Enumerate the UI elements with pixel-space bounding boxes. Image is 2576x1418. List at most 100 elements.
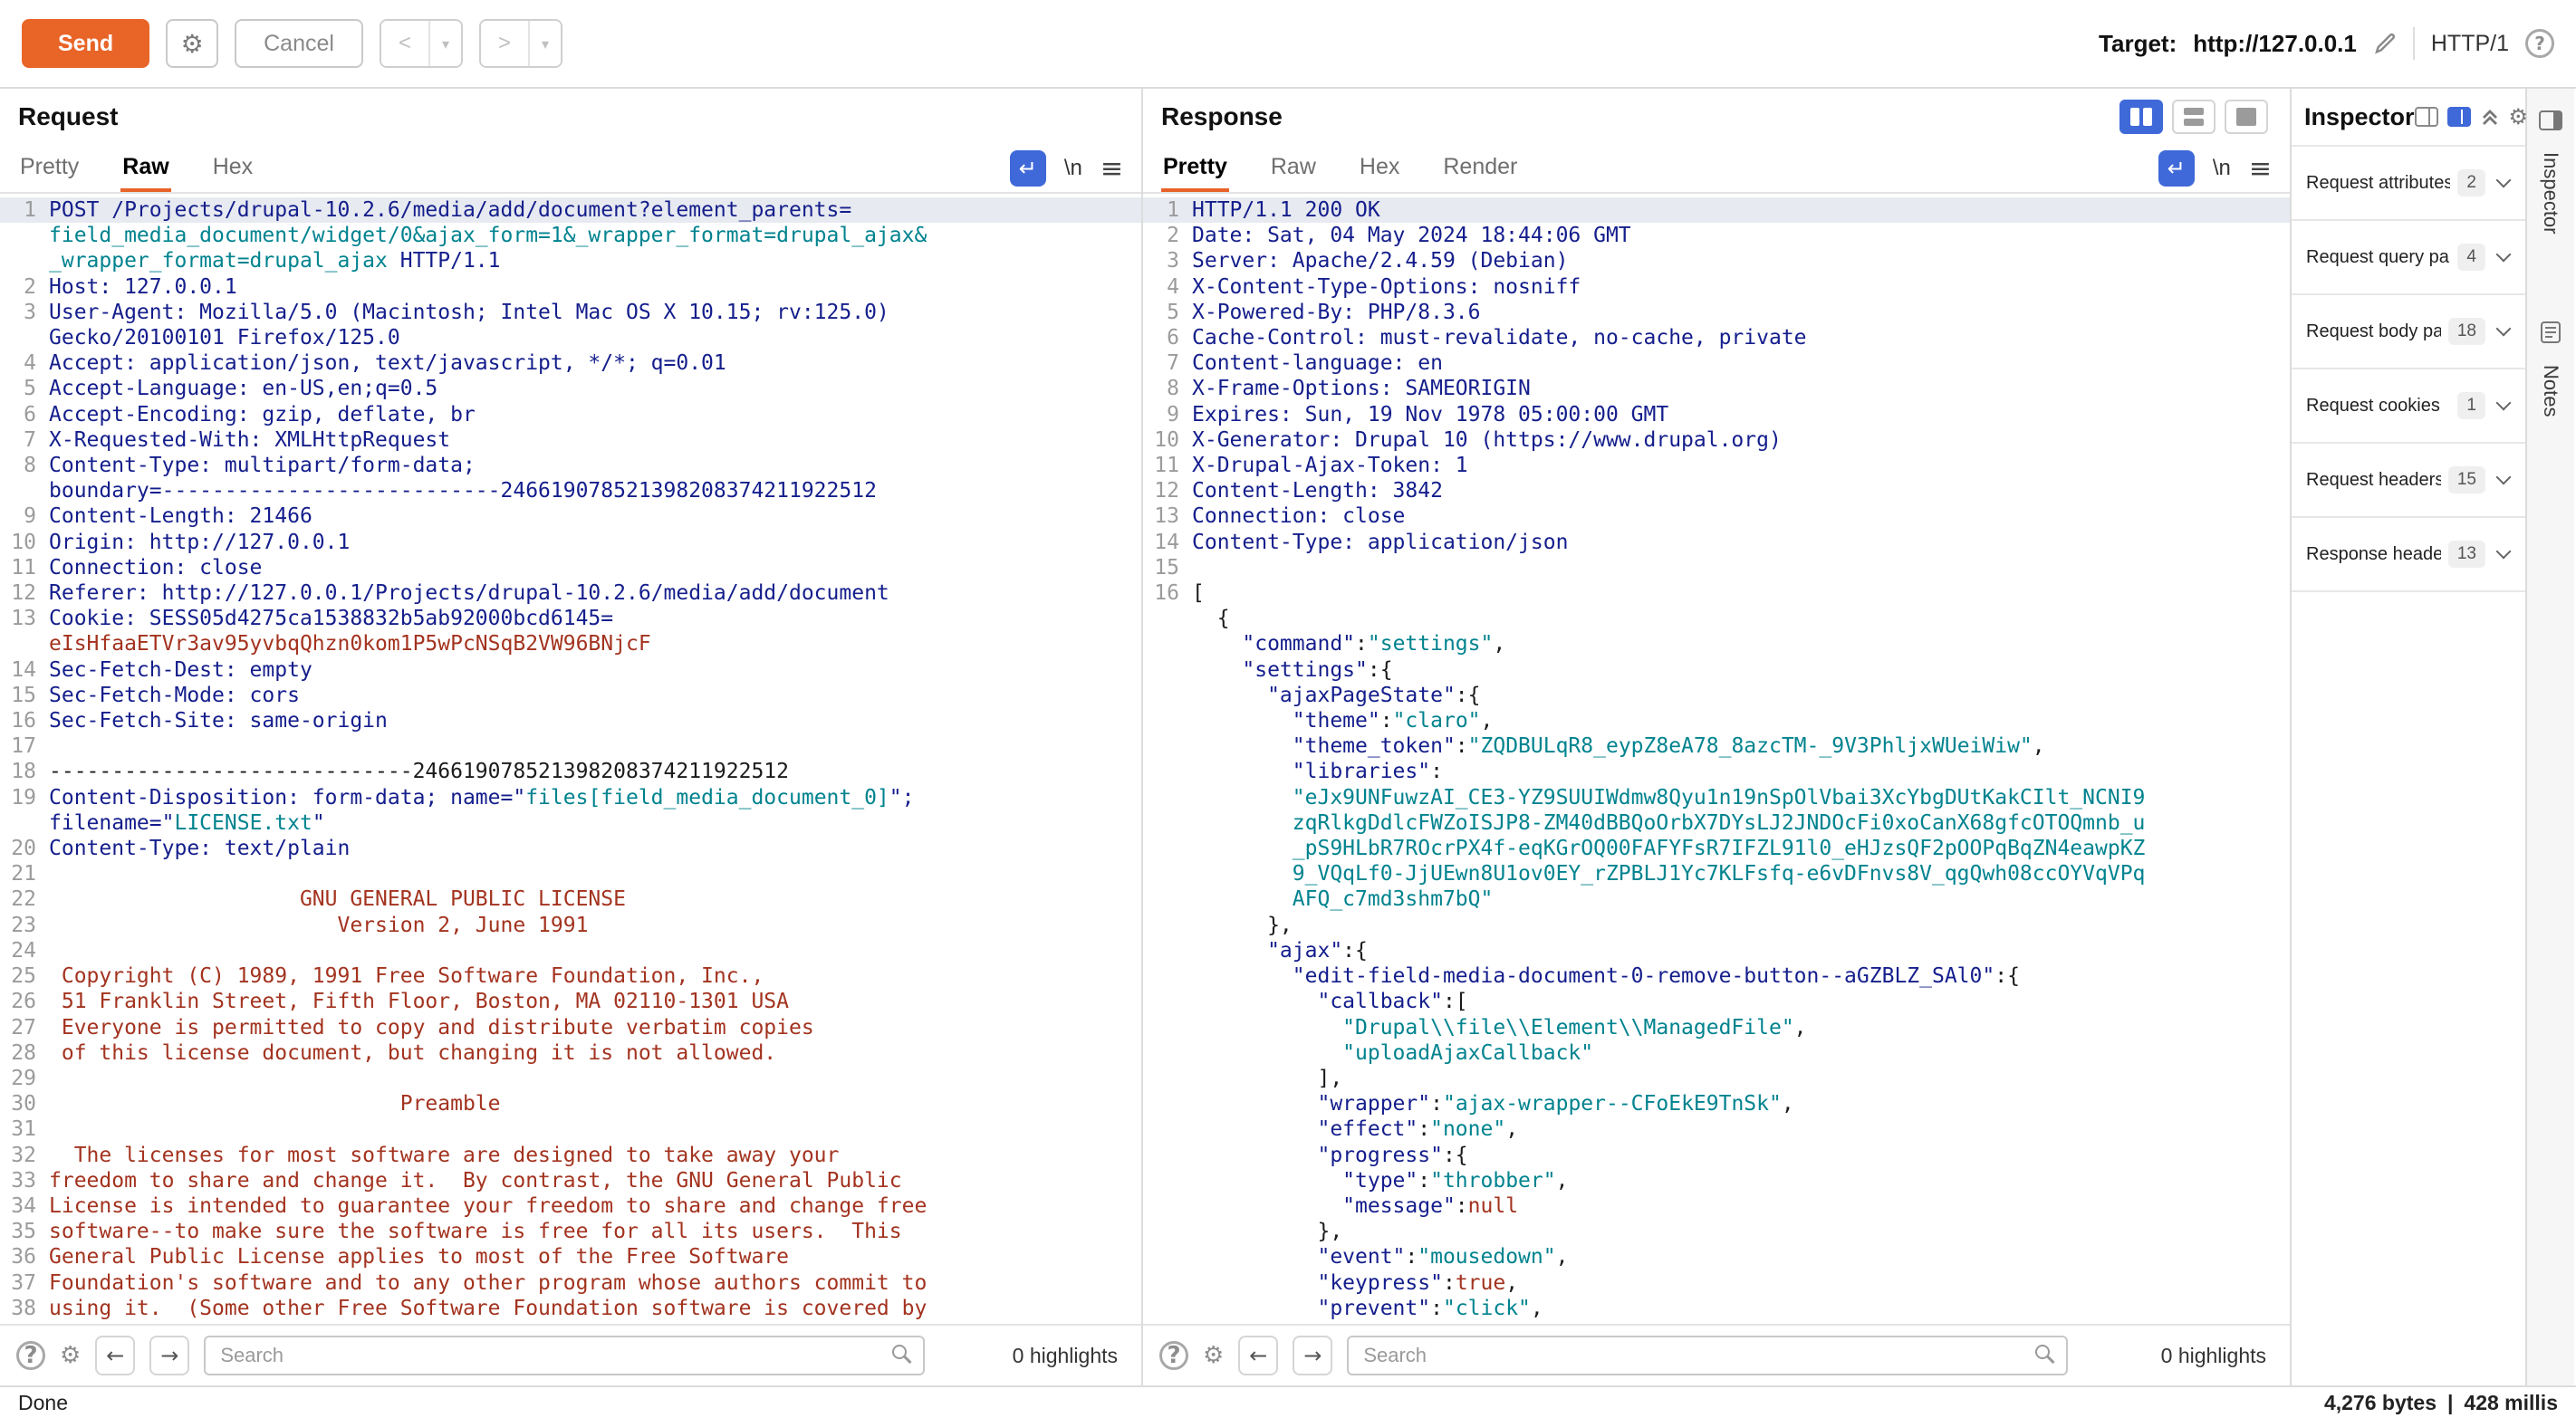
newline-toggle-button[interactable]: \n xyxy=(2213,156,2231,181)
line-number: 13 xyxy=(0,606,49,631)
search-input[interactable] xyxy=(1347,1336,2068,1375)
notes-button[interactable] xyxy=(2541,321,2561,343)
line-number xyxy=(1143,963,1192,989)
edit-target-button[interactable] xyxy=(2373,32,2397,55)
tab-hex[interactable]: Hex xyxy=(1358,145,1401,192)
inspector-dock-button[interactable] xyxy=(2415,107,2438,127)
line-number: 26 xyxy=(0,989,49,1014)
code-line: field_media_document/widget/0&ajax_form=… xyxy=(0,223,1141,248)
editor-menu-button[interactable]: ≡ xyxy=(1101,153,1123,185)
code-line: 10Origin: http://127.0.0.1 xyxy=(0,530,1141,555)
tab-raw[interactable]: Raw xyxy=(1269,145,1318,192)
help-icon[interactable]: ? xyxy=(2525,29,2554,58)
search-settings-gear-icon[interactable]: ⚙ xyxy=(60,1342,81,1369)
wrap-toggle-button[interactable]: ↵ xyxy=(2158,150,2195,187)
line-number xyxy=(0,810,49,836)
next-request-control: > ▾ xyxy=(479,19,562,68)
code-line: 17 xyxy=(0,733,1141,759)
status-text: Done xyxy=(18,1391,68,1415)
line-number xyxy=(1143,886,1192,912)
inspector-section-request-cookies[interactable]: Request cookies1 xyxy=(2292,369,2525,444)
collapse-all-icon xyxy=(2480,107,2500,127)
newline-toggle-button[interactable]: \n xyxy=(1064,156,1082,181)
line-number: 37 xyxy=(0,1270,49,1296)
inspector-section-request-body-parameters[interactable]: Request body parameters18 xyxy=(2292,295,2525,369)
highlights-count: 0 highlights xyxy=(2161,1344,2273,1368)
code-line: 38using it. (Some other Free Software Fo… xyxy=(0,1296,1141,1321)
request-title: Request xyxy=(18,102,118,131)
code-line: 11X-Drupal-Ajax-Token: 1 xyxy=(1143,453,2290,478)
code-line: 18-----------------------------246619078… xyxy=(0,759,1141,784)
inspector-settings-button[interactable]: ⚙ xyxy=(2509,104,2529,129)
line-number: 1 xyxy=(1143,197,1192,223)
search-help-icon[interactable]: ? xyxy=(1159,1341,1188,1370)
code-line: 23 Version 2, June 1991 xyxy=(0,913,1141,938)
code-line: 26 51 Franklin Street, Fifth Floor, Bost… xyxy=(0,989,1141,1014)
send-settings-button[interactable]: ⚙ xyxy=(166,19,218,68)
chevron-down-icon[interactable]: ▾ xyxy=(430,21,461,66)
code-line: 2Date: Sat, 04 May 2024 18:44:06 GMT xyxy=(1143,223,2290,248)
prev-request-button[interactable]: < xyxy=(381,21,430,66)
code-line: 36General Public License applies to most… xyxy=(0,1244,1141,1269)
code-line: 31 xyxy=(0,1116,1141,1142)
line-number xyxy=(1143,733,1192,759)
response-editor[interactable]: 1HTTP/1.1 200 OK2Date: Sat, 04 May 2024 … xyxy=(1143,194,2290,1324)
layout-rows-button[interactable] xyxy=(2172,100,2216,134)
cancel-button[interactable]: Cancel xyxy=(235,19,363,68)
layout-single-icon xyxy=(2236,108,2256,126)
tab-hex[interactable]: Hex xyxy=(211,145,255,192)
layout-single-button[interactable] xyxy=(2225,100,2268,134)
prev-match-button[interactable]: ← xyxy=(95,1336,135,1375)
response-tab-list: Pretty Raw Hex Render xyxy=(1161,145,1559,192)
inspector-section-request-headers[interactable]: Request headers15 xyxy=(2292,444,2525,518)
tab-inspector-vertical[interactable]: Inspector xyxy=(2539,152,2562,235)
tab-render[interactable]: Render xyxy=(1441,145,1519,192)
response-size: 4,276 bytes xyxy=(2324,1391,2437,1415)
request-search-box xyxy=(204,1336,925,1375)
toolbar: Send ⚙ Cancel < ▾ > ▾ Target: http://127… xyxy=(0,0,2576,89)
code-line: 33freedom to share and change it. By con… xyxy=(0,1168,1141,1193)
next-match-button[interactable]: → xyxy=(1293,1336,1332,1375)
line-number: 4 xyxy=(0,350,49,376)
request-search-bar: ? ⚙ ← → 0 highlights xyxy=(0,1324,1141,1385)
collapse-all-button[interactable] xyxy=(2480,107,2500,127)
line-number: 35 xyxy=(0,1219,49,1244)
code-line: 15Sec-Fetch-Mode: cors xyxy=(0,683,1141,708)
tab-pretty[interactable]: Pretty xyxy=(1161,145,1229,192)
wrap-toggle-button[interactable]: ↵ xyxy=(1010,150,1046,187)
line-number: 12 xyxy=(0,580,49,606)
request-panel-header: Request xyxy=(0,89,1141,145)
tab-raw[interactable]: Raw xyxy=(120,145,170,192)
code-line: "command":"settings", xyxy=(1143,631,2290,656)
next-match-button[interactable]: → xyxy=(149,1336,189,1375)
inspector-dock-active-button[interactable] xyxy=(2447,107,2471,127)
send-button[interactable]: Send xyxy=(22,19,149,68)
code-line: "type":"throbber", xyxy=(1143,1168,2290,1193)
chevron-down-icon[interactable]: ▾ xyxy=(530,21,561,66)
inspector-section-request-attributes[interactable]: Request attributes2 xyxy=(2292,147,2525,221)
line-number: 3 xyxy=(0,300,49,325)
search-help-icon[interactable]: ? xyxy=(16,1341,45,1370)
code-line: { xyxy=(1143,606,2290,631)
inspector-header: Inspector ⚙ × xyxy=(2292,89,2525,145)
line-number: 36 xyxy=(0,1244,49,1269)
line-number: 38 xyxy=(0,1296,49,1321)
inspector-section-request-query-parameters[interactable]: Request query parameters4 xyxy=(2292,221,2525,295)
line-number: 25 xyxy=(0,963,49,989)
request-editor[interactable]: 1POST /Projects/drupal-10.2.6/media/add/… xyxy=(0,194,1141,1324)
code-line: 4X-Content-Type-Options: nosniff xyxy=(1143,274,2290,300)
search-input[interactable] xyxy=(204,1336,925,1375)
inspector-section-response-headers[interactable]: Response headers13 xyxy=(2292,518,2525,592)
prev-match-button[interactable]: ← xyxy=(1238,1336,1278,1375)
dock-panel-button[interactable] xyxy=(2539,110,2562,130)
line-number xyxy=(0,325,49,350)
layout-columns-button[interactable] xyxy=(2119,100,2163,134)
tab-pretty[interactable]: Pretty xyxy=(18,145,81,192)
search-settings-gear-icon[interactable]: ⚙ xyxy=(1203,1342,1224,1369)
code-line: _wrapper_format=drupal_ajax HTTP/1.1 xyxy=(0,248,1141,273)
line-number: 2 xyxy=(0,274,49,300)
editor-menu-button[interactable]: ≡ xyxy=(2249,153,2272,185)
tab-notes-vertical[interactable]: Notes xyxy=(2539,365,2562,417)
next-request-button[interactable]: > xyxy=(481,21,530,66)
code-line: 37Foundation's software and to any other… xyxy=(0,1270,1141,1296)
